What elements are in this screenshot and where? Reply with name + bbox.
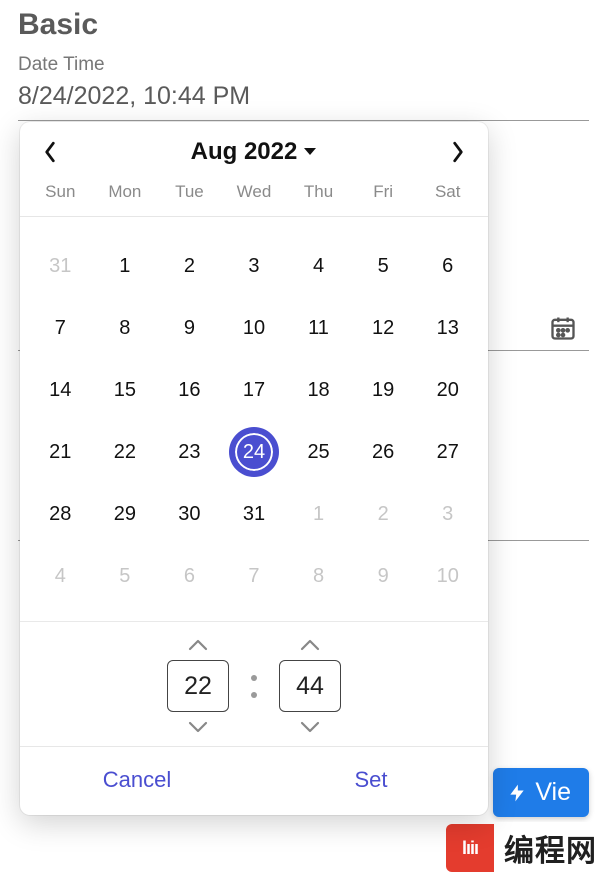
- field-label: Date Time: [18, 54, 589, 76]
- day-cell[interactable]: 12: [351, 297, 416, 359]
- hour-down-button[interactable]: [186, 718, 210, 736]
- watermark-text: 编程网: [494, 826, 607, 870]
- day-cell[interactable]: 7: [28, 297, 93, 359]
- weekday-label: Sun: [28, 182, 93, 202]
- day-cell[interactable]: 31: [28, 235, 93, 297]
- day-cell[interactable]: 21: [28, 421, 93, 483]
- weekday-label: Wed: [222, 182, 287, 202]
- day-cell[interactable]: 27: [415, 421, 480, 483]
- day-cell[interactable]: 10: [415, 545, 480, 607]
- day-cell[interactable]: 5: [93, 545, 158, 607]
- weekday-label: Mon: [93, 182, 158, 202]
- day-cell[interactable]: 26: [351, 421, 416, 483]
- caret-down-icon: [303, 147, 317, 157]
- day-cell-selected[interactable]: 24: [222, 421, 287, 483]
- day-cell[interactable]: 22: [93, 421, 158, 483]
- day-cell[interactable]: 8: [286, 545, 351, 607]
- day-cell[interactable]: 17: [222, 359, 287, 421]
- day-cell[interactable]: 1: [286, 483, 351, 545]
- weekday-label: Thu: [286, 182, 351, 202]
- day-cell[interactable]: 15: [93, 359, 158, 421]
- day-cell[interactable]: 25: [286, 421, 351, 483]
- weekday-label: Tue: [157, 182, 222, 202]
- day-cell[interactable]: 3: [415, 483, 480, 545]
- day-cell[interactable]: 8: [93, 297, 158, 359]
- hour-up-button[interactable]: [186, 636, 210, 654]
- next-month-button[interactable]: [444, 138, 472, 166]
- cancel-button[interactable]: Cancel: [20, 747, 254, 815]
- minute-input[interactable]: 44: [279, 660, 341, 712]
- day-cell[interactable]: 19: [351, 359, 416, 421]
- day-cell[interactable]: 31: [222, 483, 287, 545]
- day-cell[interactable]: 1: [93, 235, 158, 297]
- datetime-value[interactable]: 8/24/2022, 10:44 PM: [18, 82, 589, 115]
- time-separator: [251, 675, 257, 698]
- day-cell[interactable]: 20: [415, 359, 480, 421]
- day-cell[interactable]: 6: [415, 235, 480, 297]
- day-cell[interactable]: 18: [286, 359, 351, 421]
- set-button[interactable]: Set: [254, 747, 488, 815]
- day-cell[interactable]: 9: [157, 297, 222, 359]
- day-cell[interactable]: 13: [415, 297, 480, 359]
- month-selector[interactable]: Aug 2022: [191, 138, 318, 166]
- view-button[interactable]: Vie: [493, 768, 589, 817]
- day-cell[interactable]: 30: [157, 483, 222, 545]
- watermark: lıiı 编程网: [442, 822, 607, 874]
- minute-up-button[interactable]: [298, 636, 322, 654]
- datetime-picker-popup: Aug 2022 SunMonTueWedThuFriSat 311234567…: [20, 122, 488, 815]
- day-cell[interactable]: 3: [222, 235, 287, 297]
- day-cell[interactable]: 9: [351, 545, 416, 607]
- day-cell[interactable]: 7: [222, 545, 287, 607]
- day-cell[interactable]: 2: [351, 483, 416, 545]
- day-cell[interactable]: 14: [28, 359, 93, 421]
- day-cell[interactable]: 4: [286, 235, 351, 297]
- calendar-icon[interactable]: [549, 314, 577, 342]
- view-button-label: Vie: [535, 778, 571, 807]
- day-cell[interactable]: 10: [222, 297, 287, 359]
- watermark-logo: lıiı: [446, 824, 494, 872]
- day-cell[interactable]: 23: [157, 421, 222, 483]
- day-cell[interactable]: 11: [286, 297, 351, 359]
- input-underline: [18, 120, 589, 121]
- day-cell[interactable]: 2: [157, 235, 222, 297]
- day-cell[interactable]: 29: [93, 483, 158, 545]
- month-label: Aug 2022: [191, 138, 298, 166]
- weekday-label: Fri: [351, 182, 416, 202]
- day-cell[interactable]: 6: [157, 545, 222, 607]
- page-title: Basic: [18, 8, 589, 42]
- day-cell[interactable]: 28: [28, 483, 93, 545]
- weekday-label: Sat: [415, 182, 480, 202]
- day-cell[interactable]: 4: [28, 545, 93, 607]
- minute-down-button[interactable]: [298, 718, 322, 736]
- bolt-icon: [507, 781, 527, 805]
- day-cell[interactable]: 16: [157, 359, 222, 421]
- day-cell[interactable]: 5: [351, 235, 416, 297]
- hour-input[interactable]: 22: [167, 660, 229, 712]
- prev-month-button[interactable]: [36, 138, 64, 166]
